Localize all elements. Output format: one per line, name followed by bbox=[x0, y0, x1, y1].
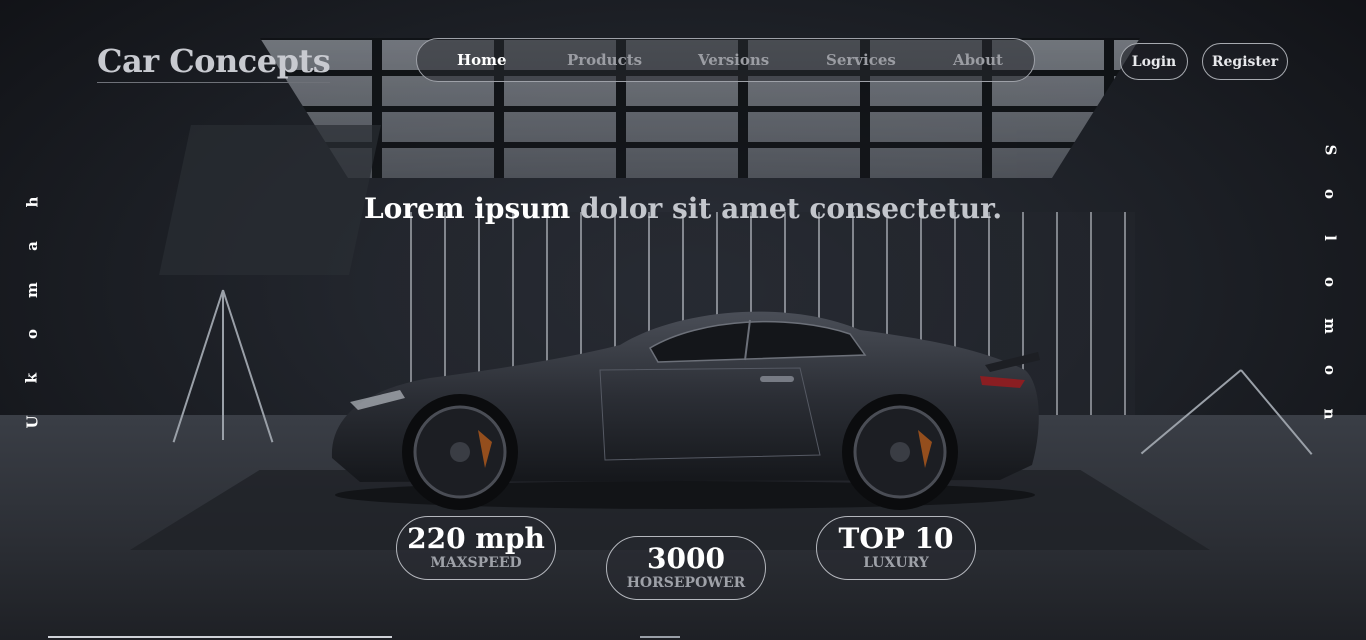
nav-item-about[interactable]: About bbox=[953, 51, 1003, 69]
stat-label: HORSEPOWER bbox=[626, 575, 746, 591]
side-text-left-letter: k bbox=[22, 372, 41, 384]
stat-value: TOP 10 bbox=[838, 522, 954, 555]
side-text-right-letter: m bbox=[1320, 318, 1339, 334]
headline-strong: Lorem ipsum bbox=[363, 192, 571, 225]
stat-value: 220 mph bbox=[407, 522, 545, 555]
side-text-left-letter: U bbox=[22, 415, 41, 429]
side-text-left-letter: h bbox=[22, 196, 41, 208]
headline-soft: dolor sit amet consectetur. bbox=[579, 192, 1003, 225]
side-text-left-letter: a bbox=[22, 241, 41, 251]
side-text-left-letter: o bbox=[22, 328, 41, 340]
stat-label: LUXURY bbox=[863, 555, 929, 571]
side-text-right: So l o m o n bbox=[1321, 128, 1339, 436]
stat-maxspeed: 220 mph MAXSPEED bbox=[396, 516, 556, 580]
side-text-left-letter: m bbox=[22, 282, 41, 298]
nav-item-services[interactable]: Services bbox=[826, 51, 896, 69]
hero-headline: Lorem ipsum dolor sit amet consectetur. bbox=[0, 192, 1366, 225]
side-text-right-letter: o bbox=[1320, 364, 1339, 376]
main-nav: Home Products Versions Services About bbox=[416, 38, 1035, 82]
nav-item-products[interactable]: Products bbox=[567, 51, 642, 69]
stat-value: 3000 bbox=[647, 542, 725, 575]
nav-item-home[interactable]: Home bbox=[457, 51, 507, 69]
side-text-right-letter: o bbox=[1320, 276, 1339, 288]
side-text-left: Uk o m a h bbox=[23, 180, 41, 444]
nav-item-versions[interactable]: Versions bbox=[698, 51, 769, 69]
brand-logo[interactable]: Car Concepts bbox=[97, 42, 331, 83]
register-button[interactable]: Register bbox=[1202, 43, 1288, 80]
camera-tripod-leg bbox=[222, 290, 224, 440]
side-text-right-letter: n bbox=[1320, 408, 1339, 420]
scroll-indicator bbox=[640, 636, 680, 638]
stat-horsepower: 3000 HORSEPOWER bbox=[606, 536, 766, 600]
stat-label: MAXSPEED bbox=[430, 555, 522, 571]
side-text-right-letter: o bbox=[1320, 188, 1339, 200]
side-text-right-letter: S bbox=[1320, 144, 1339, 156]
scroll-progress-line bbox=[48, 636, 392, 638]
side-text-right-letter: l bbox=[1320, 235, 1339, 241]
sports-car-image bbox=[331, 311, 1040, 510]
stat-luxury: TOP 10 LUXURY bbox=[816, 516, 976, 580]
login-button[interactable]: Login bbox=[1120, 43, 1188, 80]
